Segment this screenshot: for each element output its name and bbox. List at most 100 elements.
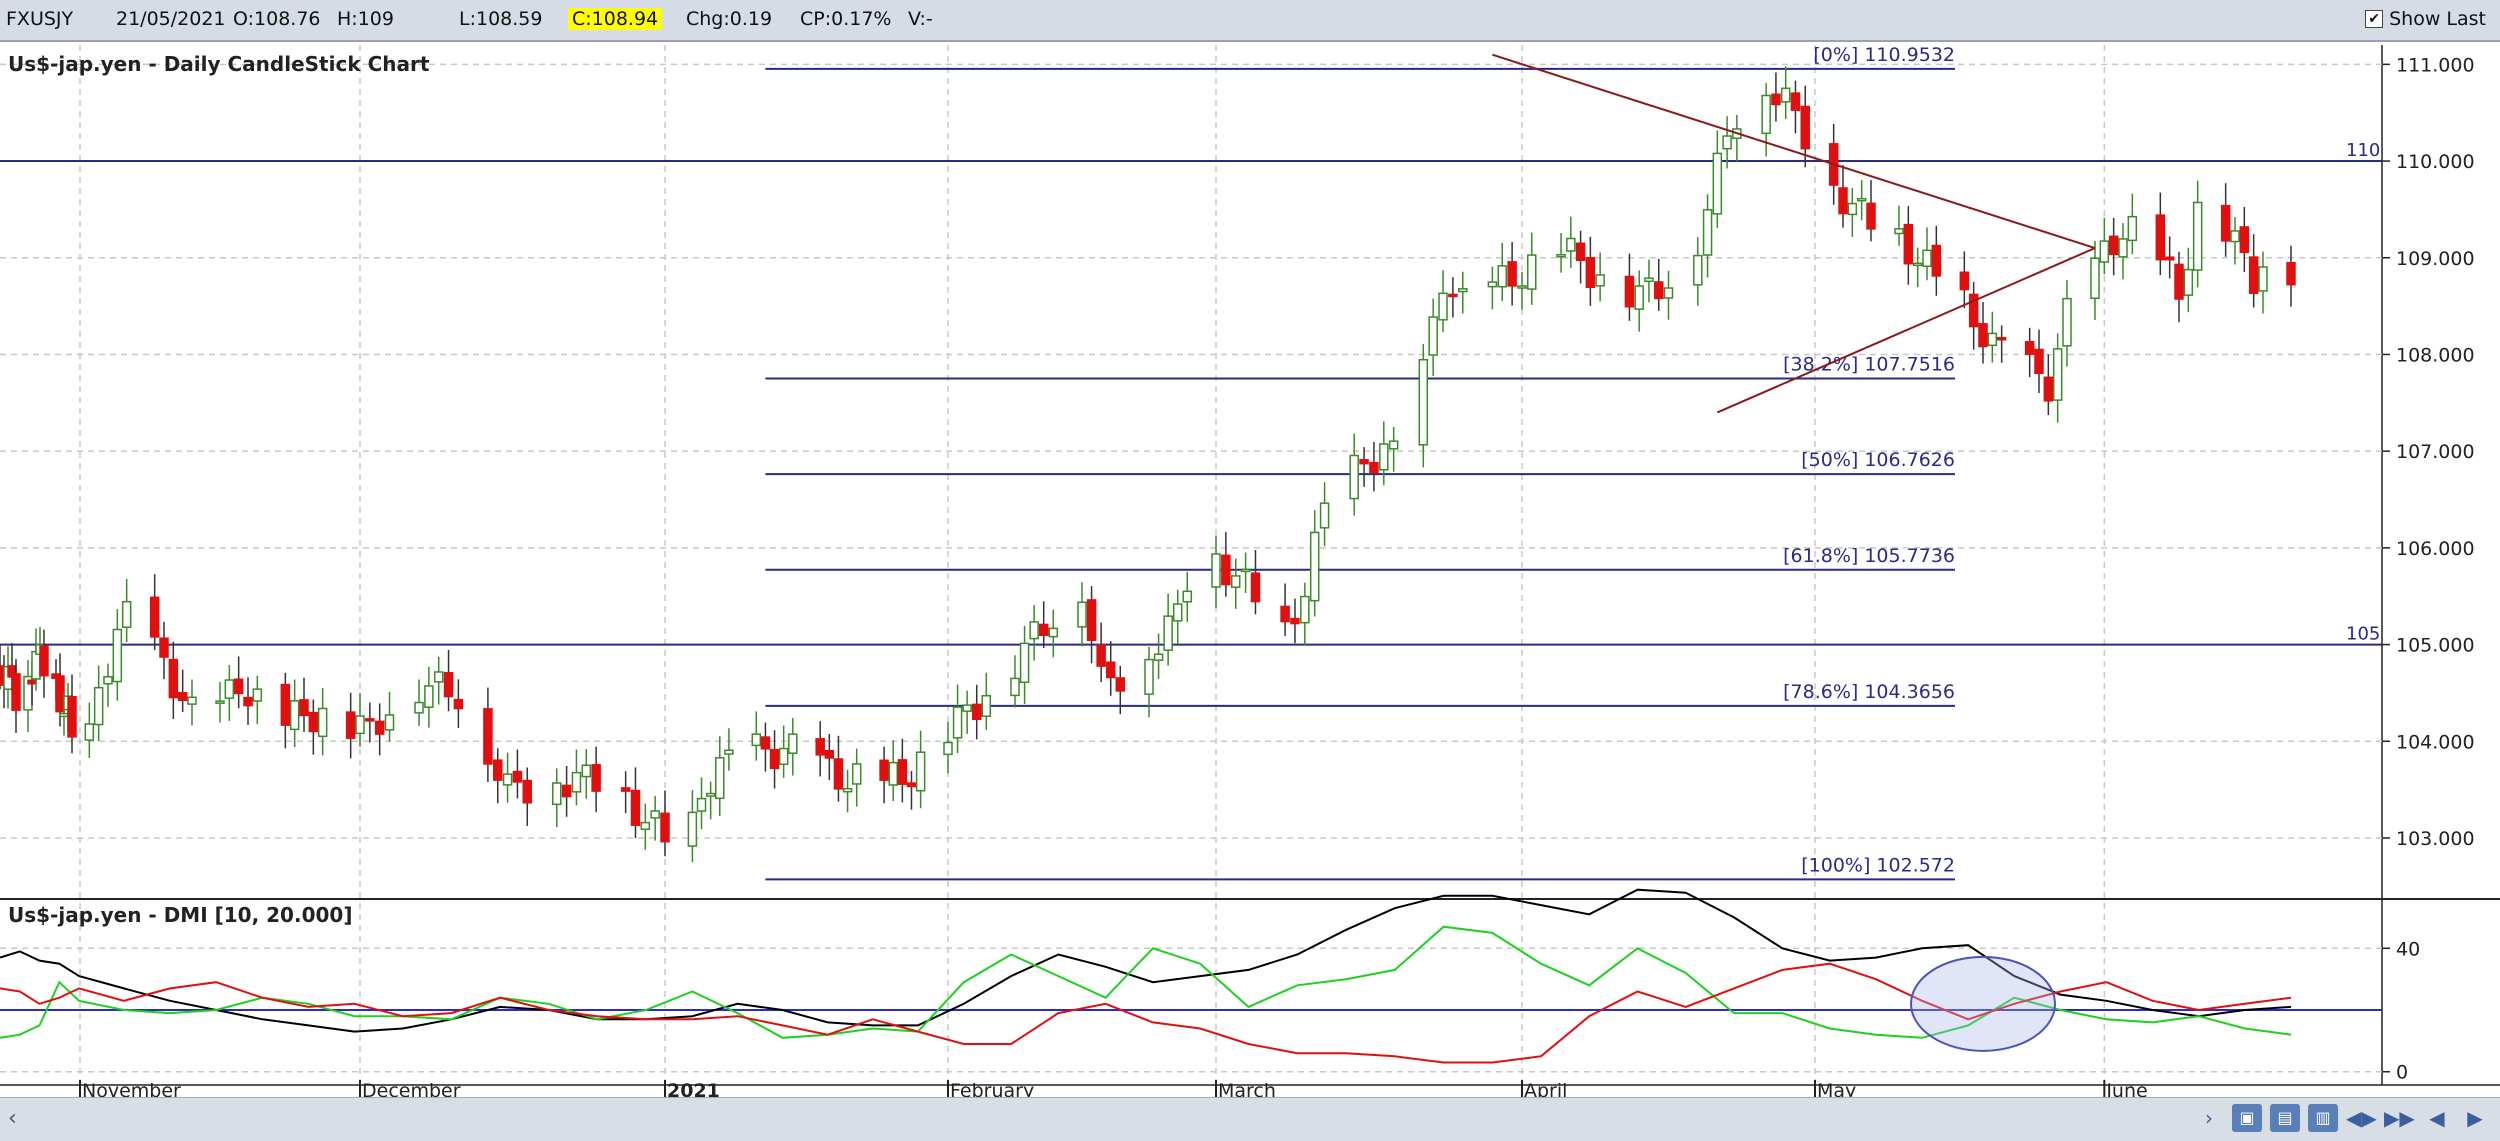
candlestick (851, 748, 862, 807)
candlestick (1077, 582, 1087, 647)
candle-body (187, 696, 197, 705)
candlestick (1866, 180, 1876, 242)
candle-body (1527, 254, 1537, 290)
candle-body (724, 749, 734, 755)
scroll-right-icon[interactable]: ▶▶ (2384, 1104, 2415, 1132)
save-icon[interactable]: ▣ (2232, 1104, 2262, 1132)
candle-body (27, 679, 37, 685)
candlestick (512, 749, 523, 799)
candlestick (1702, 194, 1713, 278)
candle-body (981, 694, 992, 717)
candlestick (1838, 165, 1848, 228)
next-icon[interactable]: ▶ (2460, 1104, 2490, 1132)
candle-body (705, 792, 716, 797)
candlestick (1029, 605, 1039, 661)
candlestick (121, 578, 132, 643)
import-icon[interactable]: ▥ (2308, 1104, 2338, 1132)
candlestick (1319, 482, 1330, 547)
candlestick (93, 665, 104, 741)
month-label: December (362, 1080, 461, 1097)
candlestick (1527, 232, 1537, 305)
candle-body (1922, 249, 1932, 267)
scroll-lr-icon[interactable]: ◀▶ (2346, 1104, 2377, 1132)
candle-body (1221, 554, 1231, 586)
candle-body (715, 757, 725, 800)
candle-body (2052, 348, 2063, 401)
candlestick (1922, 227, 1932, 281)
fibonacci-label: [78.6%] 104.3656 (1783, 681, 1955, 703)
candlestick (1010, 655, 1020, 708)
candle-body (1029, 621, 1039, 640)
candlestick (943, 721, 953, 774)
candlestick (1566, 216, 1576, 269)
candle-body (1556, 254, 1566, 258)
candle-body (2062, 297, 2072, 347)
candlestick (1634, 270, 1644, 332)
candle-body (1780, 87, 1791, 103)
candle-body (1722, 135, 1732, 150)
price-tick-label: 106.000 (2396, 538, 2475, 560)
candlestick (696, 777, 707, 830)
candle-body (1448, 293, 1458, 298)
candlestick (842, 769, 853, 813)
candle-body (2230, 230, 2240, 243)
candle-body (1978, 323, 1988, 348)
candlestick (1497, 242, 1508, 301)
candle-body (1418, 358, 1429, 446)
candlestick (365, 702, 375, 743)
candle-body (1856, 197, 1867, 202)
candlestick (1968, 281, 1979, 350)
price-tick-label: 109.000 (2396, 248, 2475, 270)
candlestick (1048, 609, 1059, 658)
price-tick-label: 105.000 (2396, 635, 2475, 657)
candlestick (299, 677, 309, 732)
candlestick (1517, 272, 1527, 310)
candlestick (1019, 625, 1030, 704)
candle-body (833, 758, 844, 790)
fibonacci-label: [61.8%] 105.7736 (1783, 545, 1955, 567)
candle-body (1517, 285, 1527, 289)
save-as-icon[interactable]: ▤ (2270, 1104, 2300, 1132)
candlestick (187, 679, 197, 726)
candlestick (630, 767, 641, 839)
candle-body (502, 773, 513, 786)
candlestick (1894, 205, 1904, 246)
candle-body (2220, 204, 2231, 242)
chart-canvas[interactable]: November December 2021 February March April Ma… (0, 0, 2500, 1097)
candle-body (453, 698, 464, 710)
candlestick (2034, 329, 2044, 393)
prev-icon[interactable]: ◀ (2422, 1104, 2452, 1132)
candlestick (2108, 217, 2119, 276)
candle-body (1959, 271, 1970, 291)
candlestick (2286, 245, 2296, 307)
candle-body (1379, 443, 1389, 471)
candlestick (591, 746, 601, 813)
candle-body (778, 747, 789, 765)
chevron-right-icon[interactable]: › (2194, 1104, 2224, 1132)
candle-body (1144, 658, 1154, 695)
candle-body (522, 779, 533, 804)
candle-body (1912, 262, 1923, 267)
candlestick (345, 692, 356, 759)
candle-body (512, 770, 523, 783)
main-chart-title: Us$-jap.yen - Daily CandleStick Chart (8, 52, 430, 76)
navigation-buttons: › ▣ ▤ ▥ ◀▶ ▶▶ ◀ ▶ (2194, 1104, 2490, 1132)
candlestick (168, 641, 179, 719)
candlestick (1693, 237, 1703, 306)
candlestick (1996, 325, 2007, 363)
candle-body (1838, 187, 1848, 215)
candle-body (1438, 292, 1448, 321)
candle-body (103, 676, 113, 685)
candlestick (760, 722, 771, 772)
candlestick (308, 699, 319, 755)
candle-body (355, 715, 365, 735)
candlestick (1438, 270, 1448, 333)
candle-body (2174, 263, 2184, 300)
candle-body (483, 708, 493, 765)
candlestick (552, 768, 562, 828)
candle-body (345, 711, 356, 739)
chevron-left-icon[interactable]: ‹ (8, 1106, 17, 1131)
candle-body (233, 678, 244, 695)
candle-body (1595, 274, 1605, 287)
candle-body (243, 696, 253, 707)
